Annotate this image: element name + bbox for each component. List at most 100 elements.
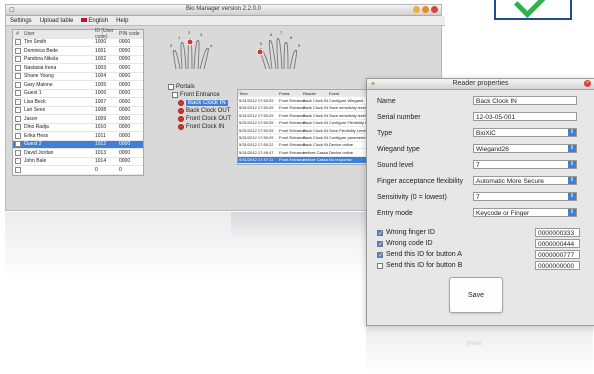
id-field[interactable]: 0000000444 bbox=[535, 239, 580, 248]
checkbox[interactable] bbox=[14, 141, 21, 148]
log-row[interactable]: 5/31/2012 17:50:29 Front Entrance Back Clo… bbox=[238, 105, 376, 113]
checkbox[interactable] bbox=[377, 262, 383, 269]
user-row[interactable]: 00 bbox=[13, 166, 143, 175]
menu-help[interactable]: Help bbox=[116, 18, 128, 24]
enrolled-finger-marker[interactable] bbox=[256, 48, 264, 56]
save-button[interactable]: Save bbox=[449, 277, 503, 313]
row-checkbox[interactable] bbox=[13, 141, 22, 148]
finger-outline[interactable] bbox=[172, 49, 181, 70]
log-row[interactable]: 5/31/2012 17:50:29 Front Entrance Back Clo… bbox=[238, 134, 376, 142]
checkbox[interactable] bbox=[14, 132, 21, 139]
finger-outline[interactable] bbox=[289, 49, 298, 70]
row-checkbox[interactable] bbox=[13, 81, 22, 88]
user-row[interactable]: Jason 1009 0000 bbox=[13, 115, 143, 124]
col-user[interactable]: User bbox=[22, 31, 95, 37]
log-row[interactable]: 5/31/2012 17:47:11 Front Entrance Lettore … bbox=[238, 156, 376, 164]
log-row[interactable]: 5/31/2012 17:49:47 Front Entrance Lettore … bbox=[238, 149, 376, 157]
checkbox[interactable]: ✓ bbox=[377, 240, 383, 248]
sound-select[interactable]: 7 ⇕ bbox=[473, 160, 577, 169]
tree-group[interactable]: Front Entrance bbox=[168, 91, 236, 99]
finger-outline[interactable] bbox=[180, 42, 187, 70]
tree-item[interactable]: Front Clock IN bbox=[168, 123, 236, 131]
id-field[interactable]: 0000000000 bbox=[535, 261, 580, 270]
row-checkbox[interactable] bbox=[13, 166, 22, 173]
user-row[interactable]: John Bale 1014 0000 bbox=[13, 158, 143, 166]
row-checkbox[interactable] bbox=[13, 64, 22, 71]
row-checkbox[interactable] bbox=[13, 47, 22, 54]
user-row[interactable]: Guest 1 1006 0000 bbox=[13, 90, 143, 98]
user-row[interactable]: Dominica Bede 1001 0000 bbox=[13, 47, 143, 56]
user-row[interactable]: David Jordan 1013 0000 bbox=[13, 149, 143, 158]
log-col-portal[interactable]: Portal bbox=[279, 91, 303, 96]
checkbox[interactable] bbox=[14, 64, 21, 71]
tree-item[interactable]: Front Clock OUT bbox=[168, 115, 236, 123]
user-row[interactable]: Gary Malone 1005 0000 bbox=[13, 81, 143, 90]
id-field[interactable]: 0000000777 bbox=[535, 250, 580, 259]
user-row[interactable]: Lisa Beck 1007 0000 bbox=[13, 98, 143, 107]
finger-outline[interactable] bbox=[283, 42, 289, 70]
checkbox[interactable] bbox=[14, 107, 21, 114]
user-row[interactable]: Nastasia Irena 1003 0000 bbox=[13, 64, 143, 73]
checkbox[interactable] bbox=[14, 149, 21, 156]
menu-settings[interactable]: Settings bbox=[10, 18, 32, 24]
col-id[interactable]: ID (User code) bbox=[95, 28, 119, 40]
checkbox[interactable]: ✓ bbox=[377, 251, 383, 259]
type-select[interactable]: BioXiC ⇕ bbox=[473, 128, 577, 137]
row-checkbox[interactable] bbox=[13, 73, 22, 80]
row-checkbox[interactable] bbox=[13, 90, 22, 97]
checkbox[interactable] bbox=[14, 124, 21, 131]
log-row[interactable]: 5/31/2012 17:50:29 Front Entrance Back Clo… bbox=[238, 112, 376, 120]
user-row[interactable]: Guest 2 1012 0000 bbox=[13, 140, 143, 149]
user-row[interactable]: Dino Radja 1010 0000 bbox=[13, 124, 143, 132]
checkbox[interactable] bbox=[14, 166, 21, 173]
finger-outline[interactable] bbox=[268, 40, 277, 70]
row-checkbox[interactable] bbox=[13, 56, 22, 63]
col-pin[interactable]: PIN code bbox=[119, 31, 143, 37]
checkbox[interactable] bbox=[14, 90, 21, 97]
log-row[interactable]: 5/31/2012 17:50:29 Front Entrance Back Clo… bbox=[238, 97, 376, 105]
row-checkbox[interactable] bbox=[13, 132, 22, 139]
close-button[interactable] bbox=[431, 6, 438, 13]
dialog-close-button[interactable]: × bbox=[584, 80, 591, 87]
row-checkbox[interactable] bbox=[13, 115, 22, 122]
checkbox[interactable] bbox=[14, 73, 21, 80]
maximize-button[interactable] bbox=[422, 6, 429, 13]
log-row[interactable]: 5/31/2012 17:50:22 Front Entrance Back Clo… bbox=[238, 142, 376, 150]
finger-outline[interactable] bbox=[276, 38, 283, 70]
row-checkbox[interactable] bbox=[13, 124, 22, 131]
tree-item[interactable]: Back Clock OUT bbox=[168, 107, 236, 115]
wiegand-select[interactable]: Wiegand26 ⇕ bbox=[473, 144, 577, 153]
row-checkbox[interactable] bbox=[13, 149, 22, 156]
id-field[interactable]: 0000000333 bbox=[535, 228, 580, 237]
flex-select[interactable]: Automatic More Secure ⇕ bbox=[473, 176, 577, 185]
user-row[interactable]: Pandora Nikola 1002 0000 bbox=[13, 56, 143, 64]
menu-upload-table[interactable]: Upload table bbox=[40, 18, 74, 24]
checkbox[interactable]: ✓ bbox=[377, 229, 383, 237]
menu-language[interactable]: English bbox=[81, 18, 108, 24]
user-row[interactable]: Lari Sees 1008 0000 bbox=[13, 107, 143, 115]
log-col-time[interactable]: Time bbox=[238, 91, 279, 96]
log-row[interactable]: 5/31/2012 17:50:29 Front Entrance Back Clo… bbox=[238, 127, 376, 135]
checkbox[interactable] bbox=[14, 56, 21, 63]
tree-item[interactable]: Back Clock IN bbox=[168, 99, 236, 107]
row-checkbox[interactable] bbox=[13, 39, 22, 46]
checkbox[interactable] bbox=[14, 98, 21, 105]
checkbox[interactable] bbox=[14, 47, 21, 54]
name-field[interactable]: Back Clock IN bbox=[473, 96, 577, 105]
enrolled-finger-marker[interactable] bbox=[186, 38, 194, 46]
row-checkbox[interactable] bbox=[13, 107, 22, 114]
checkbox[interactable] bbox=[14, 39, 21, 46]
checkbox[interactable] bbox=[14, 81, 21, 88]
row-checkbox[interactable] bbox=[13, 158, 22, 165]
sensitivity-select[interactable]: 7 ⇕ bbox=[473, 192, 577, 201]
checkbox[interactable] bbox=[14, 158, 21, 165]
user-row[interactable]: Shane Young 1004 0000 bbox=[13, 73, 143, 81]
user-row[interactable]: Tim Smith 1000 0000 bbox=[13, 39, 143, 47]
row-checkbox[interactable] bbox=[13, 98, 22, 105]
entry-select[interactable]: Keycode or Finger ⇕ bbox=[473, 208, 577, 217]
log-col-reader[interactable]: Reader bbox=[303, 91, 329, 96]
finger-outline[interactable] bbox=[193, 40, 200, 70]
minimize-button[interactable] bbox=[413, 6, 420, 13]
finger-outline[interactable] bbox=[199, 47, 209, 70]
checkbox[interactable] bbox=[14, 115, 21, 122]
